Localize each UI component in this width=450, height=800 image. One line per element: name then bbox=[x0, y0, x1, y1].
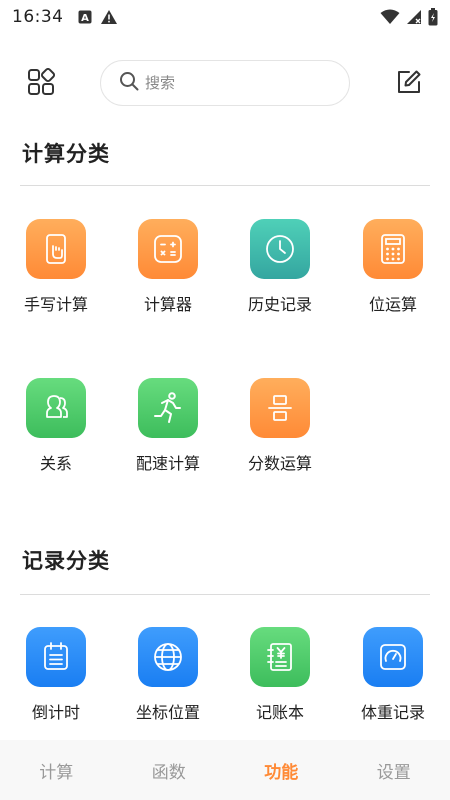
battery-icon bbox=[428, 8, 438, 26]
tile-label: 配速计算 bbox=[135, 454, 200, 473]
calendar-icon bbox=[26, 627, 86, 687]
search-input[interactable] bbox=[145, 74, 325, 92]
tab-settings[interactable]: 设置 bbox=[338, 740, 450, 800]
section-divider bbox=[20, 594, 430, 595]
wifi-icon bbox=[380, 9, 400, 25]
tile-label: 体重记录 bbox=[360, 703, 425, 722]
tile-history[interactable]: 历史记录 bbox=[230, 219, 330, 329]
ledger-icon bbox=[250, 627, 310, 687]
scale-icon bbox=[363, 627, 423, 687]
tile-ledger[interactable]: 记账本 bbox=[230, 627, 330, 737]
tab-features[interactable]: 功能 bbox=[225, 740, 338, 800]
section-title-record: 记录分类 bbox=[22, 549, 110, 573]
section-divider bbox=[20, 185, 430, 186]
svg-text:A: A bbox=[81, 13, 89, 24]
tile-label: 记账本 bbox=[255, 703, 304, 722]
a-box-icon: A bbox=[78, 10, 92, 24]
tile-label: 手写计算 bbox=[23, 295, 88, 314]
tab-calc[interactable]: 计算 bbox=[0, 740, 113, 800]
runner-icon bbox=[138, 378, 198, 438]
tile-weight[interactable]: 体重记录 bbox=[343, 627, 443, 737]
tile-pace-calc[interactable]: 配速计算 bbox=[118, 378, 218, 488]
tile-calculator[interactable]: 计算器 bbox=[118, 219, 218, 329]
tile-countdown[interactable]: 倒计时 bbox=[6, 627, 106, 737]
tile-label: 历史记录 bbox=[247, 295, 312, 314]
tile-bitwise[interactable]: 位运算 bbox=[343, 219, 443, 329]
edit-icon bbox=[396, 69, 422, 99]
tile-label: 关系 bbox=[39, 454, 72, 473]
tile-label: 倒计时 bbox=[31, 703, 80, 722]
edit-button[interactable] bbox=[388, 63, 430, 105]
bottom-nav: 计算 函数 功能 设置 bbox=[0, 740, 450, 800]
warning-icon bbox=[100, 9, 118, 25]
tile-fraction[interactable]: 分数运算 bbox=[230, 378, 330, 488]
search-box[interactable] bbox=[100, 60, 350, 106]
apps-button[interactable] bbox=[20, 63, 62, 105]
status-bar: 16:34 A bbox=[0, 0, 450, 34]
header bbox=[0, 56, 450, 112]
section-title-calc: 计算分类 bbox=[22, 142, 110, 166]
tile-label: 分数运算 bbox=[247, 454, 312, 473]
keypad-icon bbox=[363, 219, 423, 279]
handwriting-icon bbox=[26, 219, 86, 279]
people-icon bbox=[26, 378, 86, 438]
search-icon bbox=[119, 71, 139, 95]
globe-icon bbox=[138, 627, 198, 687]
fraction-icon bbox=[250, 378, 310, 438]
tile-label: 位运算 bbox=[368, 295, 417, 314]
apps-grid-icon bbox=[27, 67, 56, 100]
tile-label: 坐标位置 bbox=[135, 703, 200, 722]
tile-handwriting-calc[interactable]: 手写计算 bbox=[6, 219, 106, 329]
status-time: 16:34 bbox=[12, 7, 64, 27]
calculator-icon bbox=[138, 219, 198, 279]
tile-coordinates[interactable]: 坐标位置 bbox=[118, 627, 218, 737]
clock-icon bbox=[250, 219, 310, 279]
tab-functions[interactable]: 函数 bbox=[113, 740, 226, 800]
tile-relation[interactable]: 关系 bbox=[6, 378, 106, 488]
signal-icon bbox=[406, 9, 422, 25]
tile-label: 计算器 bbox=[143, 295, 192, 314]
